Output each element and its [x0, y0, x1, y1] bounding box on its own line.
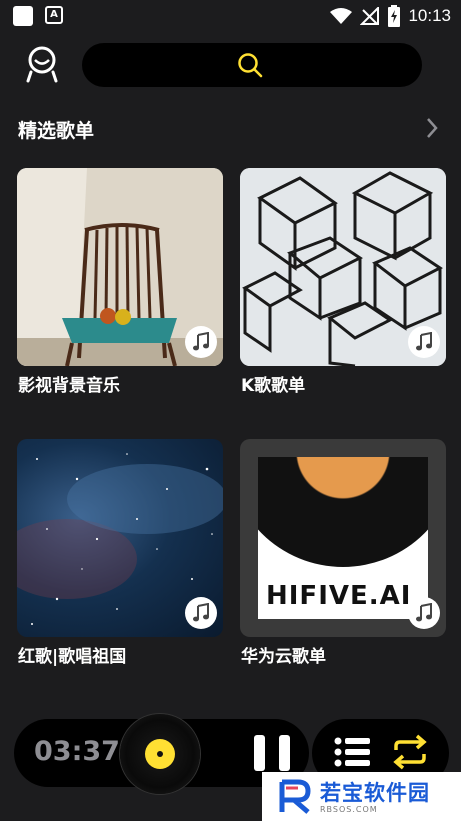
music-note-icon	[185, 326, 217, 358]
watermark-subtext: RBSOS.COM	[320, 805, 378, 814]
disc-label	[145, 739, 175, 769]
playlist-title: 华为云歌单	[241, 647, 326, 667]
music-note-icon	[408, 326, 440, 358]
clock: 10:13	[408, 6, 451, 25]
watermark-text: 若宝软件园	[320, 781, 430, 805]
playlist-title: 影视背景音乐	[18, 376, 120, 396]
watermark-logo-icon	[279, 779, 311, 814]
album-art-text: HIFIVE.AI	[266, 581, 412, 611]
status-bar-right: 10:13	[330, 4, 451, 28]
watermark: 若宝软件园 RBSOS.COM	[262, 772, 461, 821]
chevron-right-icon[interactable]	[424, 116, 440, 140]
avatar-icon	[26, 46, 58, 83]
elapsed-time: 03:37	[34, 736, 120, 767]
playlist-card[interactable]: HIFIVE.AI	[240, 439, 446, 637]
battery-icon	[388, 5, 401, 27]
profile-button[interactable]	[25, 45, 59, 85]
music-note-icon	[185, 597, 217, 629]
playlist-title: K歌歌单	[241, 376, 306, 396]
search-bar[interactable]	[82, 43, 422, 87]
playlist-title: 红歌|歌唱祖国	[18, 647, 127, 667]
now-playing-disc[interactable]	[120, 714, 200, 794]
playlist-card[interactable]	[17, 168, 223, 366]
pause-icon[interactable]	[254, 735, 290, 771]
playlist-cover: HIFIVE.AI	[258, 457, 428, 619]
section-title: 精选歌单	[18, 120, 95, 142]
accessibility-icon: A	[45, 6, 63, 24]
playlist-card[interactable]	[17, 439, 223, 637]
loop-icon[interactable]	[390, 734, 430, 770]
vinyl-record	[258, 457, 428, 567]
no-signal-icon	[360, 7, 380, 25]
status-bar: A 10:13	[0, 0, 461, 32]
playlist-card[interactable]	[240, 168, 446, 366]
playlist-icon[interactable]	[334, 736, 370, 768]
disc-hole	[157, 751, 163, 757]
search-icon	[238, 53, 263, 78]
wifi-icon	[330, 8, 353, 24]
notification-icon	[13, 6, 33, 26]
music-note-icon	[408, 597, 440, 629]
